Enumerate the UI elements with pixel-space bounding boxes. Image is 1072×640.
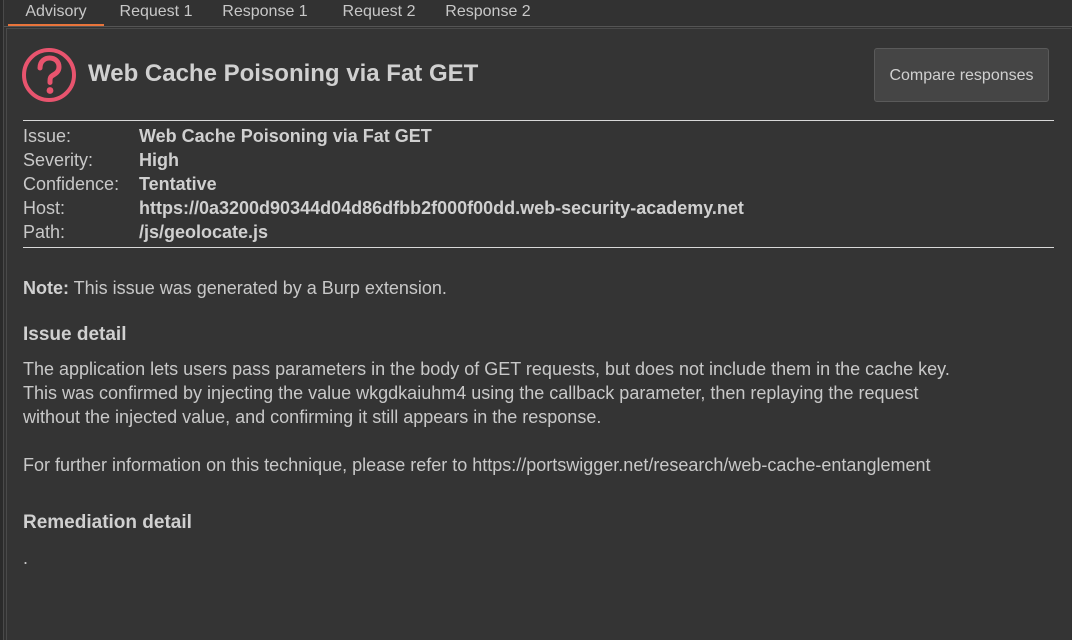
tab-response-2[interactable]: Response 2 xyxy=(435,0,541,25)
remediation-detail-text: . xyxy=(23,548,29,568)
tab-advisory[interactable]: Advisory xyxy=(8,0,104,26)
meta-label: Confidence: xyxy=(23,174,120,194)
meta-value: Tentative xyxy=(139,174,217,194)
note-label: Note: xyxy=(23,278,69,298)
bottom-divider xyxy=(23,247,1054,248)
page-title: Web Cache Poisoning via Fat GET xyxy=(88,60,479,87)
tab-bar: Advisory Request 1 Response 1 Request 2 … xyxy=(4,0,1072,27)
note-text: This issue was generated by a Burp exten… xyxy=(69,278,447,298)
question-circle-icon xyxy=(22,48,76,102)
tab-request-1[interactable]: Request 1 xyxy=(108,0,204,25)
meta-value: Web Cache Poisoning via Fat GET xyxy=(139,126,432,146)
issue-detail-line: This was confirmed by injecting the valu… xyxy=(23,383,919,403)
issue-detail-line: without the injected value, and confirmi… xyxy=(23,407,602,427)
issue-detail-heading: Issue detail xyxy=(23,324,127,345)
meta-value: /js/geolocate.js xyxy=(139,222,269,242)
meta-value[interactable]: https://0a3200d90344d04d86dfbb2f000f00dd… xyxy=(139,196,744,220)
meta-label: Host: xyxy=(23,198,66,218)
tab-request-2[interactable]: Request 2 xyxy=(331,0,427,25)
meta-value: High xyxy=(139,150,179,170)
remediation-detail-heading: Remediation detail xyxy=(23,512,192,533)
issue-detail-line: The application lets users pass paramete… xyxy=(23,359,950,379)
tab-response-1[interactable]: Response 1 xyxy=(212,0,318,25)
left-rail xyxy=(0,0,4,640)
meta-label: Severity: xyxy=(23,150,94,170)
compare-responses-button[interactable]: Compare responses xyxy=(874,48,1049,102)
further-info-text: For further information on this techniqu… xyxy=(23,455,931,475)
top-divider xyxy=(23,120,1054,121)
note-line: Note: This issue was generated by a Burp… xyxy=(23,276,447,300)
meta-label: Issue: xyxy=(23,126,72,146)
advisory-window: Advisory Request 1 Response 1 Request 2 … xyxy=(0,0,1072,640)
meta-label: Path: xyxy=(23,222,66,242)
